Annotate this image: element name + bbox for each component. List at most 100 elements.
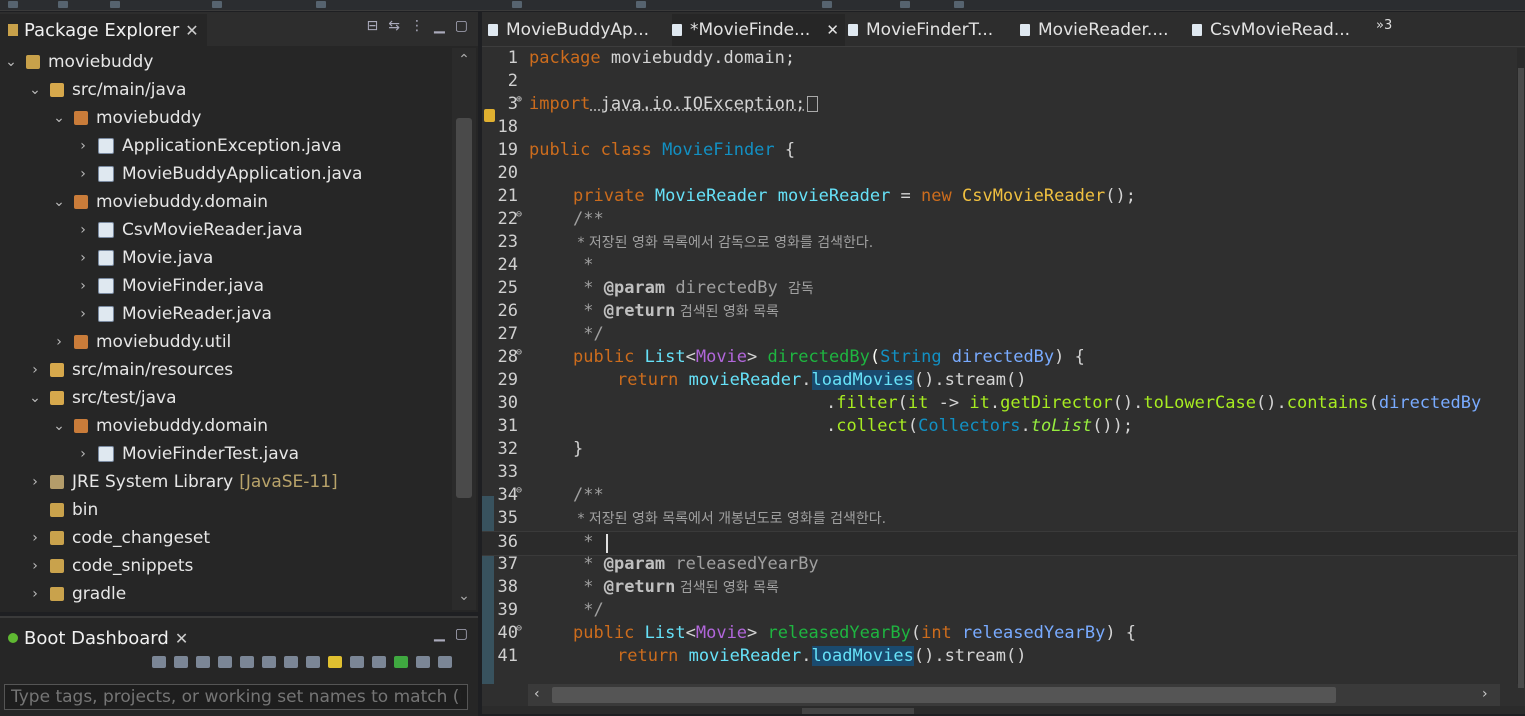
close-icon[interactable]: ✕ (185, 21, 198, 40)
tree-item[interactable]: › MovieReader.java (76, 300, 272, 328)
scroll-up-icon[interactable]: ⌃ (452, 52, 476, 68)
tree-item[interactable]: › JRE System Library [JavaSE-11] (28, 468, 338, 496)
tree-item[interactable]: ⌄ moviebuddy (52, 104, 201, 132)
tree-item[interactable]: › src/main/resources (28, 356, 233, 384)
package-explorer-tab[interactable]: Package Explorer ✕ (0, 14, 207, 46)
scroll-right-icon[interactable]: › (1482, 686, 1488, 702)
tree-item[interactable]: › ApplicationException.java (76, 132, 341, 160)
tree-item[interactable]: › moviebuddy.util (52, 328, 231, 356)
tree-item[interactable]: ⌄ src/test/java (28, 384, 176, 412)
scroll-down-icon[interactable]: ⌄ (452, 588, 476, 604)
save-icon[interactable] (58, 1, 68, 8)
tree-item[interactable]: ⌄ moviebuddy.domain (52, 188, 268, 216)
editor-tab-moviebuddyapplication[interactable]: MovieBuddyAp... (488, 14, 649, 46)
collapse-fold-icon[interactable]: ⊖ (516, 347, 526, 358)
collapsed-chevron-icon[interactable]: › (76, 166, 90, 182)
collapsed-chevron-icon[interactable]: › (76, 306, 90, 322)
console-icon[interactable] (240, 656, 254, 668)
collapsed-chevron-icon[interactable]: › (76, 138, 90, 154)
editor-tab-moviefinder[interactable]: *MovieFinde... ✕ (672, 14, 845, 46)
expanded-chevron-icon[interactable]: ⌄ (52, 194, 66, 210)
editor-tab-csvmoviereader[interactable]: CsvMovieRead... (1192, 14, 1350, 46)
tree-item[interactable]: › gradle (28, 580, 126, 608)
maximize-icon[interactable]: ▢ (455, 626, 468, 642)
code-area[interactable]: 1 package moviebuddy.domain; 2 3 ⊕ import j… (482, 48, 1517, 684)
minimize-icon[interactable]: ▁ (434, 626, 445, 642)
new-icon[interactable] (8, 1, 18, 8)
run-icon[interactable] (316, 1, 326, 8)
refresh-icon[interactable] (262, 656, 276, 668)
close-icon[interactable]: ✕ (826, 21, 839, 39)
minimize-icon[interactable]: ▁ (434, 18, 445, 34)
code-token: . (1020, 416, 1031, 436)
collapsed-chevron-icon[interactable]: › (52, 334, 66, 350)
collapsed-chevron-icon[interactable]: › (28, 474, 42, 490)
debug-icon[interactable] (174, 656, 188, 668)
tree-item[interactable]: › MovieFinder.java (76, 272, 264, 300)
tree-item[interactable]: ⌄ moviebuddy.domain (52, 412, 268, 440)
collapse-all-icon[interactable]: ⊟ (367, 18, 379, 34)
expand-fold-icon[interactable]: ⊕ (516, 94, 526, 105)
scrollbar-thumb[interactable] (552, 687, 1336, 703)
edit-icon[interactable] (284, 656, 298, 668)
scrollbar-thumb[interactable] (1518, 68, 1524, 688)
open-type-icon[interactable] (212, 1, 222, 8)
filter-icon[interactable] (372, 656, 386, 668)
expanded-chevron-icon[interactable]: ⌄ (52, 418, 66, 434)
collapsed-chevron-icon[interactable]: › (28, 530, 42, 546)
more-tabs-button[interactable]: »3 (1376, 18, 1392, 33)
collapse-fold-icon[interactable]: ⊖ (516, 485, 526, 496)
start-icon[interactable] (152, 656, 166, 668)
view-menu-icon[interactable] (438, 656, 452, 668)
tree-item[interactable]: › CsvMovieReader.java (76, 216, 303, 244)
close-icon[interactable]: ✕ (175, 629, 188, 648)
debug-icon[interactable] (110, 1, 120, 8)
vertical-scrollbar[interactable]: ⌃ ⌄ (452, 48, 476, 610)
folded-region-marker[interactable] (807, 96, 819, 112)
tree-item[interactable]: › code_changeset (28, 524, 210, 552)
boot-dashboard-tab[interactable]: Boot Dashboard ✕ (0, 622, 197, 654)
next-annotation-icon[interactable] (512, 1, 522, 8)
collapsed-chevron-icon[interactable]: › (76, 222, 90, 238)
tree-item[interactable]: › code_snippets (28, 552, 193, 580)
open-browser-icon[interactable] (218, 656, 232, 668)
expanded-chevron-icon[interactable]: ⌄ (52, 110, 66, 126)
properties-icon[interactable] (306, 656, 320, 668)
back-icon[interactable] (822, 1, 832, 8)
editor-vertical-scrollbar[interactable] (1517, 48, 1525, 688)
collapsed-chevron-icon[interactable]: › (76, 278, 90, 294)
search-icon[interactable] (636, 1, 646, 8)
editor-tab-moviereader[interactable]: MovieReader.... (1020, 14, 1169, 46)
add-icon[interactable] (394, 656, 408, 668)
collapsed-chevron-icon[interactable]: › (76, 446, 90, 462)
perspective-icon[interactable] (954, 1, 964, 8)
collapse-fold-icon[interactable]: ⊖ (516, 623, 526, 634)
expanded-chevron-icon[interactable]: ⌄ (4, 54, 18, 70)
collapsed-chevron-icon[interactable]: › (76, 250, 90, 266)
scroll-left-icon[interactable]: ‹ (534, 686, 540, 702)
scrollbar-thumb[interactable] (456, 118, 472, 498)
dropdown-icon[interactable] (350, 656, 364, 668)
tag-filter-input[interactable] (4, 684, 468, 710)
stop-icon[interactable] (196, 656, 210, 668)
tree-item[interactable]: ⌄ src/main/java (28, 76, 186, 104)
dropdown-icon[interactable] (416, 656, 430, 668)
expanded-chevron-icon[interactable]: ⌄ (28, 390, 42, 406)
tree-item[interactable]: ⌄ moviebuddy (4, 48, 153, 76)
tree-item[interactable]: bin (28, 496, 98, 524)
editor-tab-moviefindertest[interactable]: MovieFinderT... (848, 14, 993, 46)
forward-icon[interactable] (900, 1, 910, 8)
collapsed-chevron-icon[interactable]: › (28, 586, 42, 602)
expanded-chevron-icon[interactable]: ⌄ (28, 82, 42, 98)
tree-item[interactable]: › MovieBuddyApplication.java (76, 160, 362, 188)
tree-item[interactable]: › Movie.java (76, 244, 213, 272)
link-with-editor-icon[interactable]: ⇆ (388, 18, 400, 34)
lightbulb-icon[interactable] (328, 656, 342, 668)
collapsed-chevron-icon[interactable]: › (28, 558, 42, 574)
collapsed-chevron-icon[interactable]: › (28, 362, 42, 378)
editor-horizontal-scrollbar[interactable]: ‹ › (528, 684, 1500, 706)
maximize-icon[interactable]: ▢ (455, 18, 468, 34)
tree-item[interactable]: › MovieFinderTest.java (76, 440, 299, 468)
collapse-fold-icon[interactable]: ⊖ (516, 209, 526, 220)
view-menu-icon[interactable]: ⋮ (410, 18, 424, 34)
